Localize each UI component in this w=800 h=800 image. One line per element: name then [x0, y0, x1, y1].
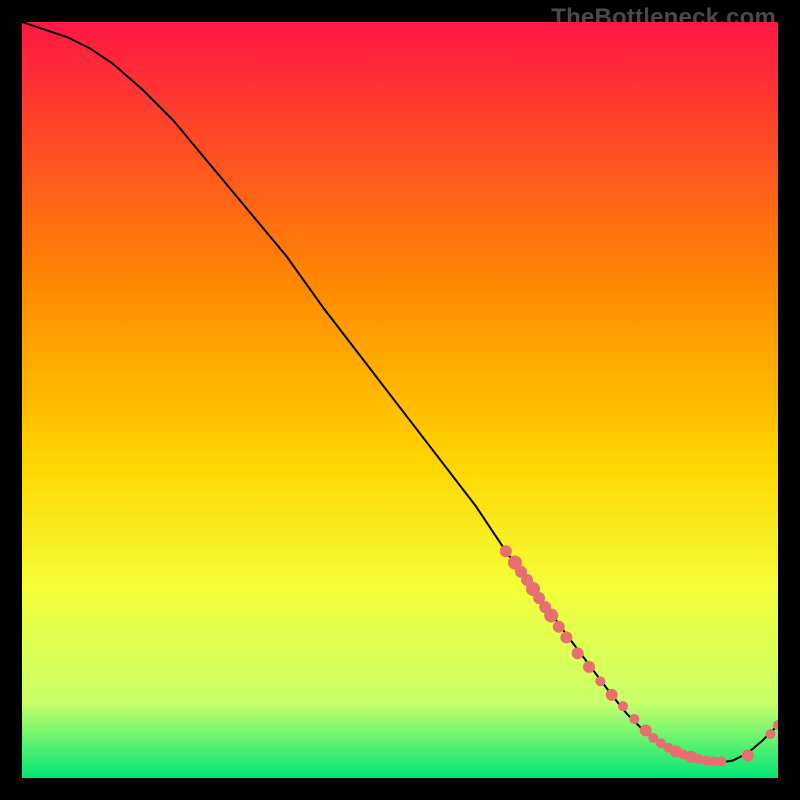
chart-stage: TheBottleneck.com	[0, 0, 800, 800]
data-marker	[583, 661, 595, 673]
chart-plot-area	[22, 22, 778, 778]
data-marker	[500, 545, 512, 557]
data-marker	[765, 729, 775, 739]
chart-svg	[22, 22, 778, 778]
data-marker	[572, 647, 584, 659]
data-marker	[716, 756, 726, 766]
data-marker	[742, 749, 754, 761]
gradient-background	[22, 22, 778, 778]
data-marker	[544, 608, 558, 622]
data-marker	[618, 701, 628, 711]
data-marker	[606, 689, 618, 701]
data-marker	[560, 631, 572, 643]
data-marker	[553, 621, 565, 633]
data-marker	[629, 714, 639, 724]
data-marker	[595, 676, 605, 686]
